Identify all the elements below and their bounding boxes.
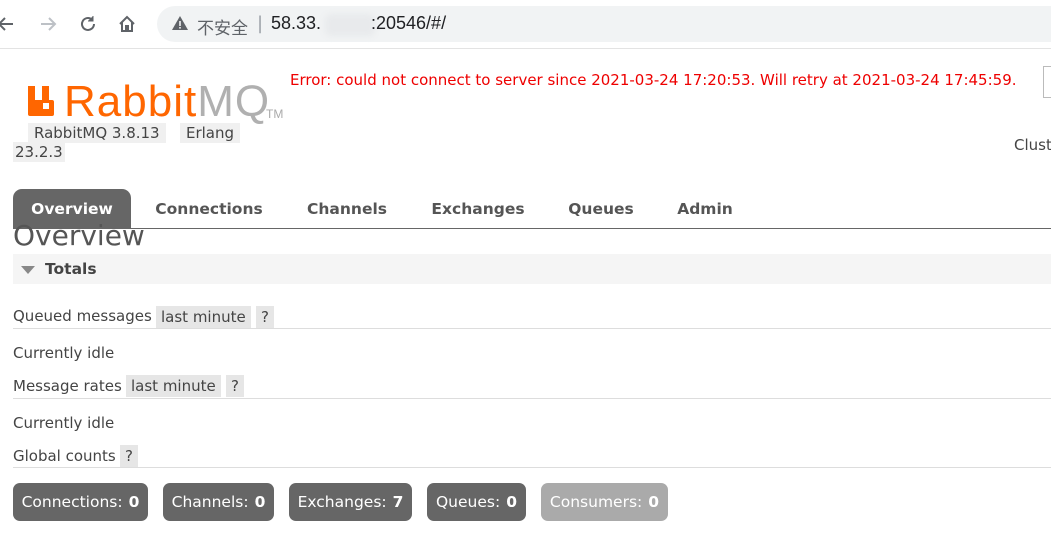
queued-messages-status: Currently idle [13,344,115,362]
erlang-version: 23.2.3 [13,142,65,162]
message-rates-label: Message rates [13,377,122,395]
rabbitmq-logo-icon[interactable] [26,82,62,122]
exchanges-count-button[interactable]: Exchanges: 7 [289,483,412,521]
message-rates-help[interactable]: ? [226,375,244,397]
page-title: Overview [13,219,145,252]
home-icon[interactable] [115,12,139,36]
address-separator: | [257,13,264,34]
refresh-select-partial[interactable] [1043,66,1051,98]
count-label: Queues: [435,493,501,511]
count-value: 7 [392,493,404,511]
rabbitmq-version: RabbitMQ 3.8.13 [28,123,166,143]
count-label: Exchanges: [297,493,387,511]
tab-underline [13,228,1051,229]
queued-messages-help[interactable]: ? [256,306,274,328]
tab-queues[interactable]: Queues [561,189,641,229]
tab-channels[interactable]: Channels [301,189,393,229]
consumers-count-button[interactable]: Consumers: 0 [541,483,668,521]
url-prefix[interactable]: 58.33. [271,13,321,34]
forward-arrow-icon[interactable] [36,12,60,36]
address-bar[interactable]: 不安全 | 58.33. :20546/#/ [157,6,1051,42]
logo-mq-text: MQ [197,77,271,126]
tab-exchanges[interactable]: Exchanges [425,189,531,229]
queues-count-button[interactable]: Queues: 0 [427,483,526,521]
warning-icon[interactable] [171,15,189,35]
count-value: 0 [128,493,140,511]
divider [13,398,1051,399]
erlang-label: Erlang [180,123,241,143]
channels-count-button[interactable]: Channels: 0 [163,483,274,521]
global-counts-help[interactable]: ? [120,445,138,467]
browser-toolbar: 不安全 | 58.33. :20546/#/ [0,0,1051,49]
queued-messages-range[interactable]: last minute [156,306,251,328]
cluster-label: Clust [1014,136,1051,154]
message-rates-status: Currently idle [13,414,115,432]
count-value: 0 [506,493,517,511]
logo-rabbit-text: Rabbit [64,77,198,126]
tab-admin[interactable]: Admin [671,189,739,229]
connection-error-message: Error: could not connect to server since… [290,71,1017,89]
count-label: Channels: [171,493,249,511]
count-label: Consumers: [549,493,643,511]
logo-trademark: TM [266,107,284,121]
back-arrow-icon[interactable] [0,12,18,36]
queued-messages-label: Queued messages [13,307,152,325]
divider [13,467,1051,468]
count-label: Connections: [21,493,123,511]
totals-label: Totals [45,260,97,278]
count-value: 0 [254,493,266,511]
connections-count-button[interactable]: Connections: 0 [13,483,148,521]
count-value: 0 [648,493,660,511]
not-secure-label[interactable]: 不安全 [197,14,248,39]
reload-icon[interactable] [76,12,100,36]
logo-wordmark: RabbitMQ [64,77,270,127]
message-rates-range[interactable]: last minute [126,375,221,397]
collapse-triangle-icon[interactable] [21,266,35,274]
totals-section-header[interactable]: Totals [13,254,1051,284]
divider [13,328,1051,329]
tab-connections[interactable]: Connections [153,189,265,229]
redacted-url-part [325,14,375,36]
global-counts-label: Global counts [13,447,116,465]
url-suffix[interactable]: :20546/#/ [371,13,446,34]
